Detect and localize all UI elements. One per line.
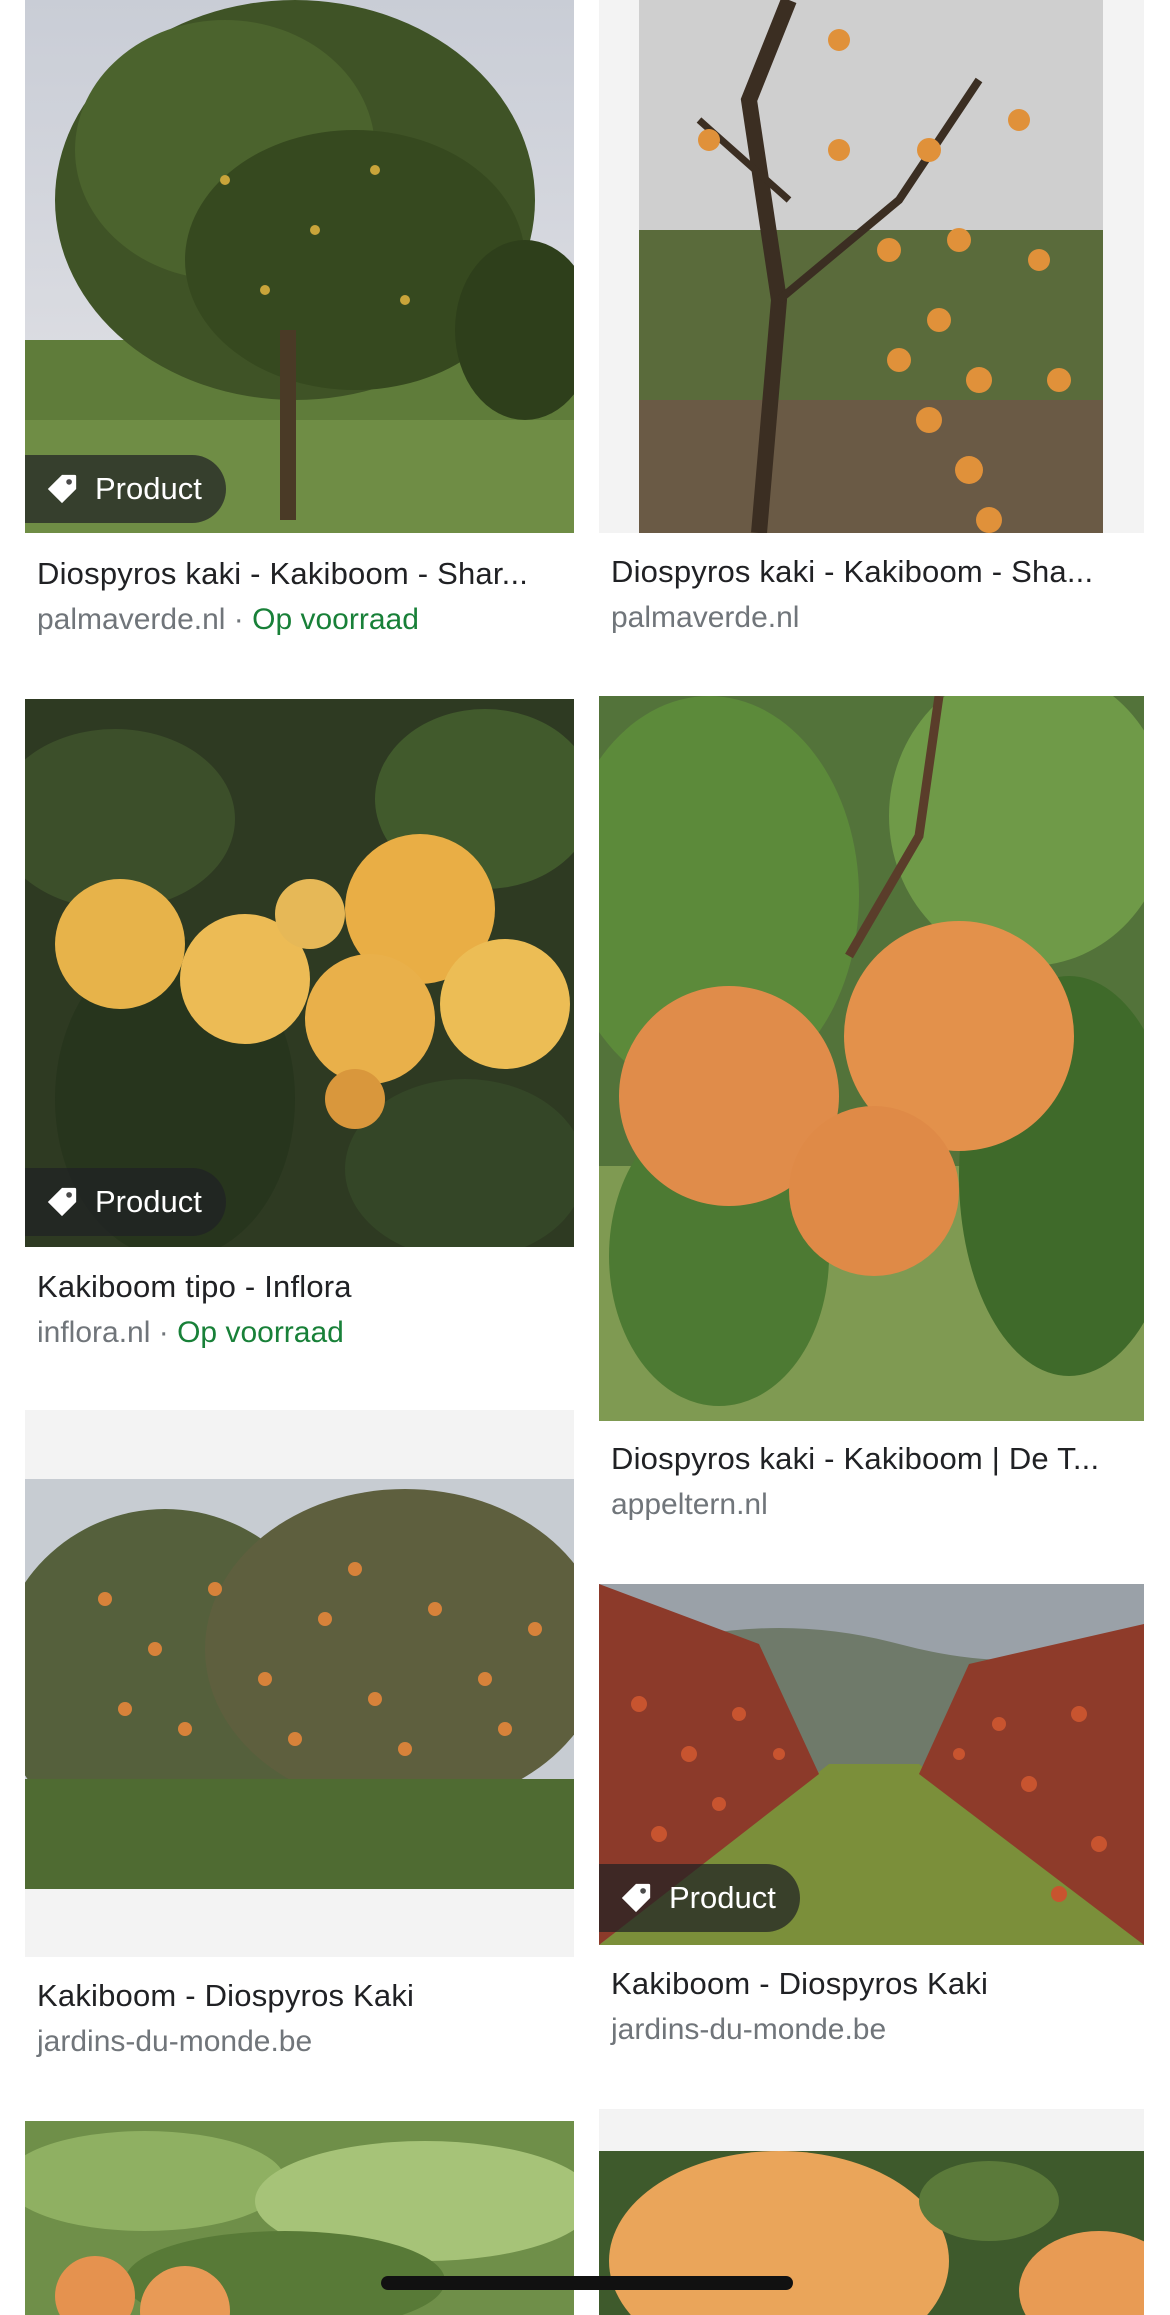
result-source: palmaverde.nl bbox=[611, 601, 800, 634]
result-card[interactable]: Product Diospyros kaki - Kakiboom - Shar… bbox=[25, 0, 574, 660]
result-title[interactable]: Diospyros kaki - Kakiboom | De T... bbox=[611, 1441, 1132, 1477]
result-card[interactable]: Diospyros kaki - Kakiboom - Sha... palma… bbox=[599, 0, 1144, 660]
persimmon-branches-image bbox=[639, 0, 1103, 533]
result-source: palmaverde.nl bbox=[37, 603, 226, 636]
result-image[interactable]: Product bbox=[25, 699, 574, 1247]
result-source: appeltern.nl bbox=[611, 1488, 768, 1521]
autumn-persimmon-tree-image bbox=[25, 1479, 574, 1889]
result-title[interactable]: Diospyros kaki - Kakiboom - Shar... bbox=[37, 556, 562, 592]
result-card[interactable]: Kakiboom - Diospyros Kaki jardins-du-mon… bbox=[25, 1410, 574, 2080]
result-source-line: palmaverde.nl bbox=[611, 601, 1132, 635]
result-source: inflora.nl bbox=[37, 1316, 151, 1349]
result-source-line: palmaverde.nl · Op voorraad bbox=[37, 603, 562, 637]
product-badge-label: Product bbox=[669, 1880, 776, 1915]
home-indicator[interactable] bbox=[381, 2276, 793, 2290]
result-title[interactable]: Kakiboom - Diospyros Kaki bbox=[611, 1966, 1132, 2002]
product-badge-label: Product bbox=[95, 471, 202, 506]
product-badge: Product bbox=[25, 1168, 226, 1236]
result-source: jardins-du-monde.be bbox=[37, 2025, 313, 2058]
tag-icon bbox=[621, 1883, 651, 1913]
result-source-line: jardins-du-monde.be bbox=[37, 2025, 562, 2059]
result-source-line: appeltern.nl bbox=[611, 1488, 1132, 1522]
result-source-line: jardins-du-monde.be bbox=[611, 2013, 1132, 2047]
result-source-line: inflora.nl · Op voorraad bbox=[37, 1316, 562, 1350]
result-title[interactable]: Kakiboom tipo - Inflora bbox=[37, 1269, 562, 1305]
tag-icon bbox=[47, 474, 77, 504]
result-card[interactable]: Product Kakiboom tipo - Inflora inflora.… bbox=[25, 699, 574, 1369]
result-title[interactable]: Diospyros kaki - Kakiboom - Sha... bbox=[611, 554, 1132, 590]
yellow-persimmons-image bbox=[25, 699, 574, 1247]
product-badge: Product bbox=[599, 1864, 800, 1932]
tag-icon bbox=[47, 1187, 77, 1217]
orange-persimmons-image bbox=[599, 696, 1144, 1421]
persimmon-closeup-image bbox=[599, 2151, 1144, 2315]
stock-status: Op voorraad bbox=[177, 1316, 344, 1349]
separator: · bbox=[158, 1316, 169, 1349]
stock-status: Op voorraad bbox=[252, 603, 419, 636]
result-image[interactable] bbox=[25, 1410, 574, 1957]
result-title[interactable]: Kakiboom - Diospyros Kaki bbox=[37, 1978, 562, 2014]
result-source: jardins-du-monde.be bbox=[611, 2013, 887, 2046]
result-image[interactable]: Product bbox=[25, 0, 574, 533]
result-image[interactable]: Product bbox=[599, 1584, 1144, 1945]
separator: · bbox=[233, 603, 244, 636]
result-image[interactable] bbox=[599, 696, 1144, 1421]
result-card[interactable]: Product Kakiboom - Diospyros Kaki jardin… bbox=[599, 1584, 1144, 2084]
product-badge: Product bbox=[25, 455, 226, 523]
product-badge-label: Product bbox=[95, 1184, 202, 1219]
result-image[interactable] bbox=[599, 0, 1144, 533]
result-card[interactable]: Diospyros kaki - Kakiboom | De T... appe… bbox=[599, 696, 1144, 1556]
persimmon-tree-image bbox=[25, 0, 574, 533]
